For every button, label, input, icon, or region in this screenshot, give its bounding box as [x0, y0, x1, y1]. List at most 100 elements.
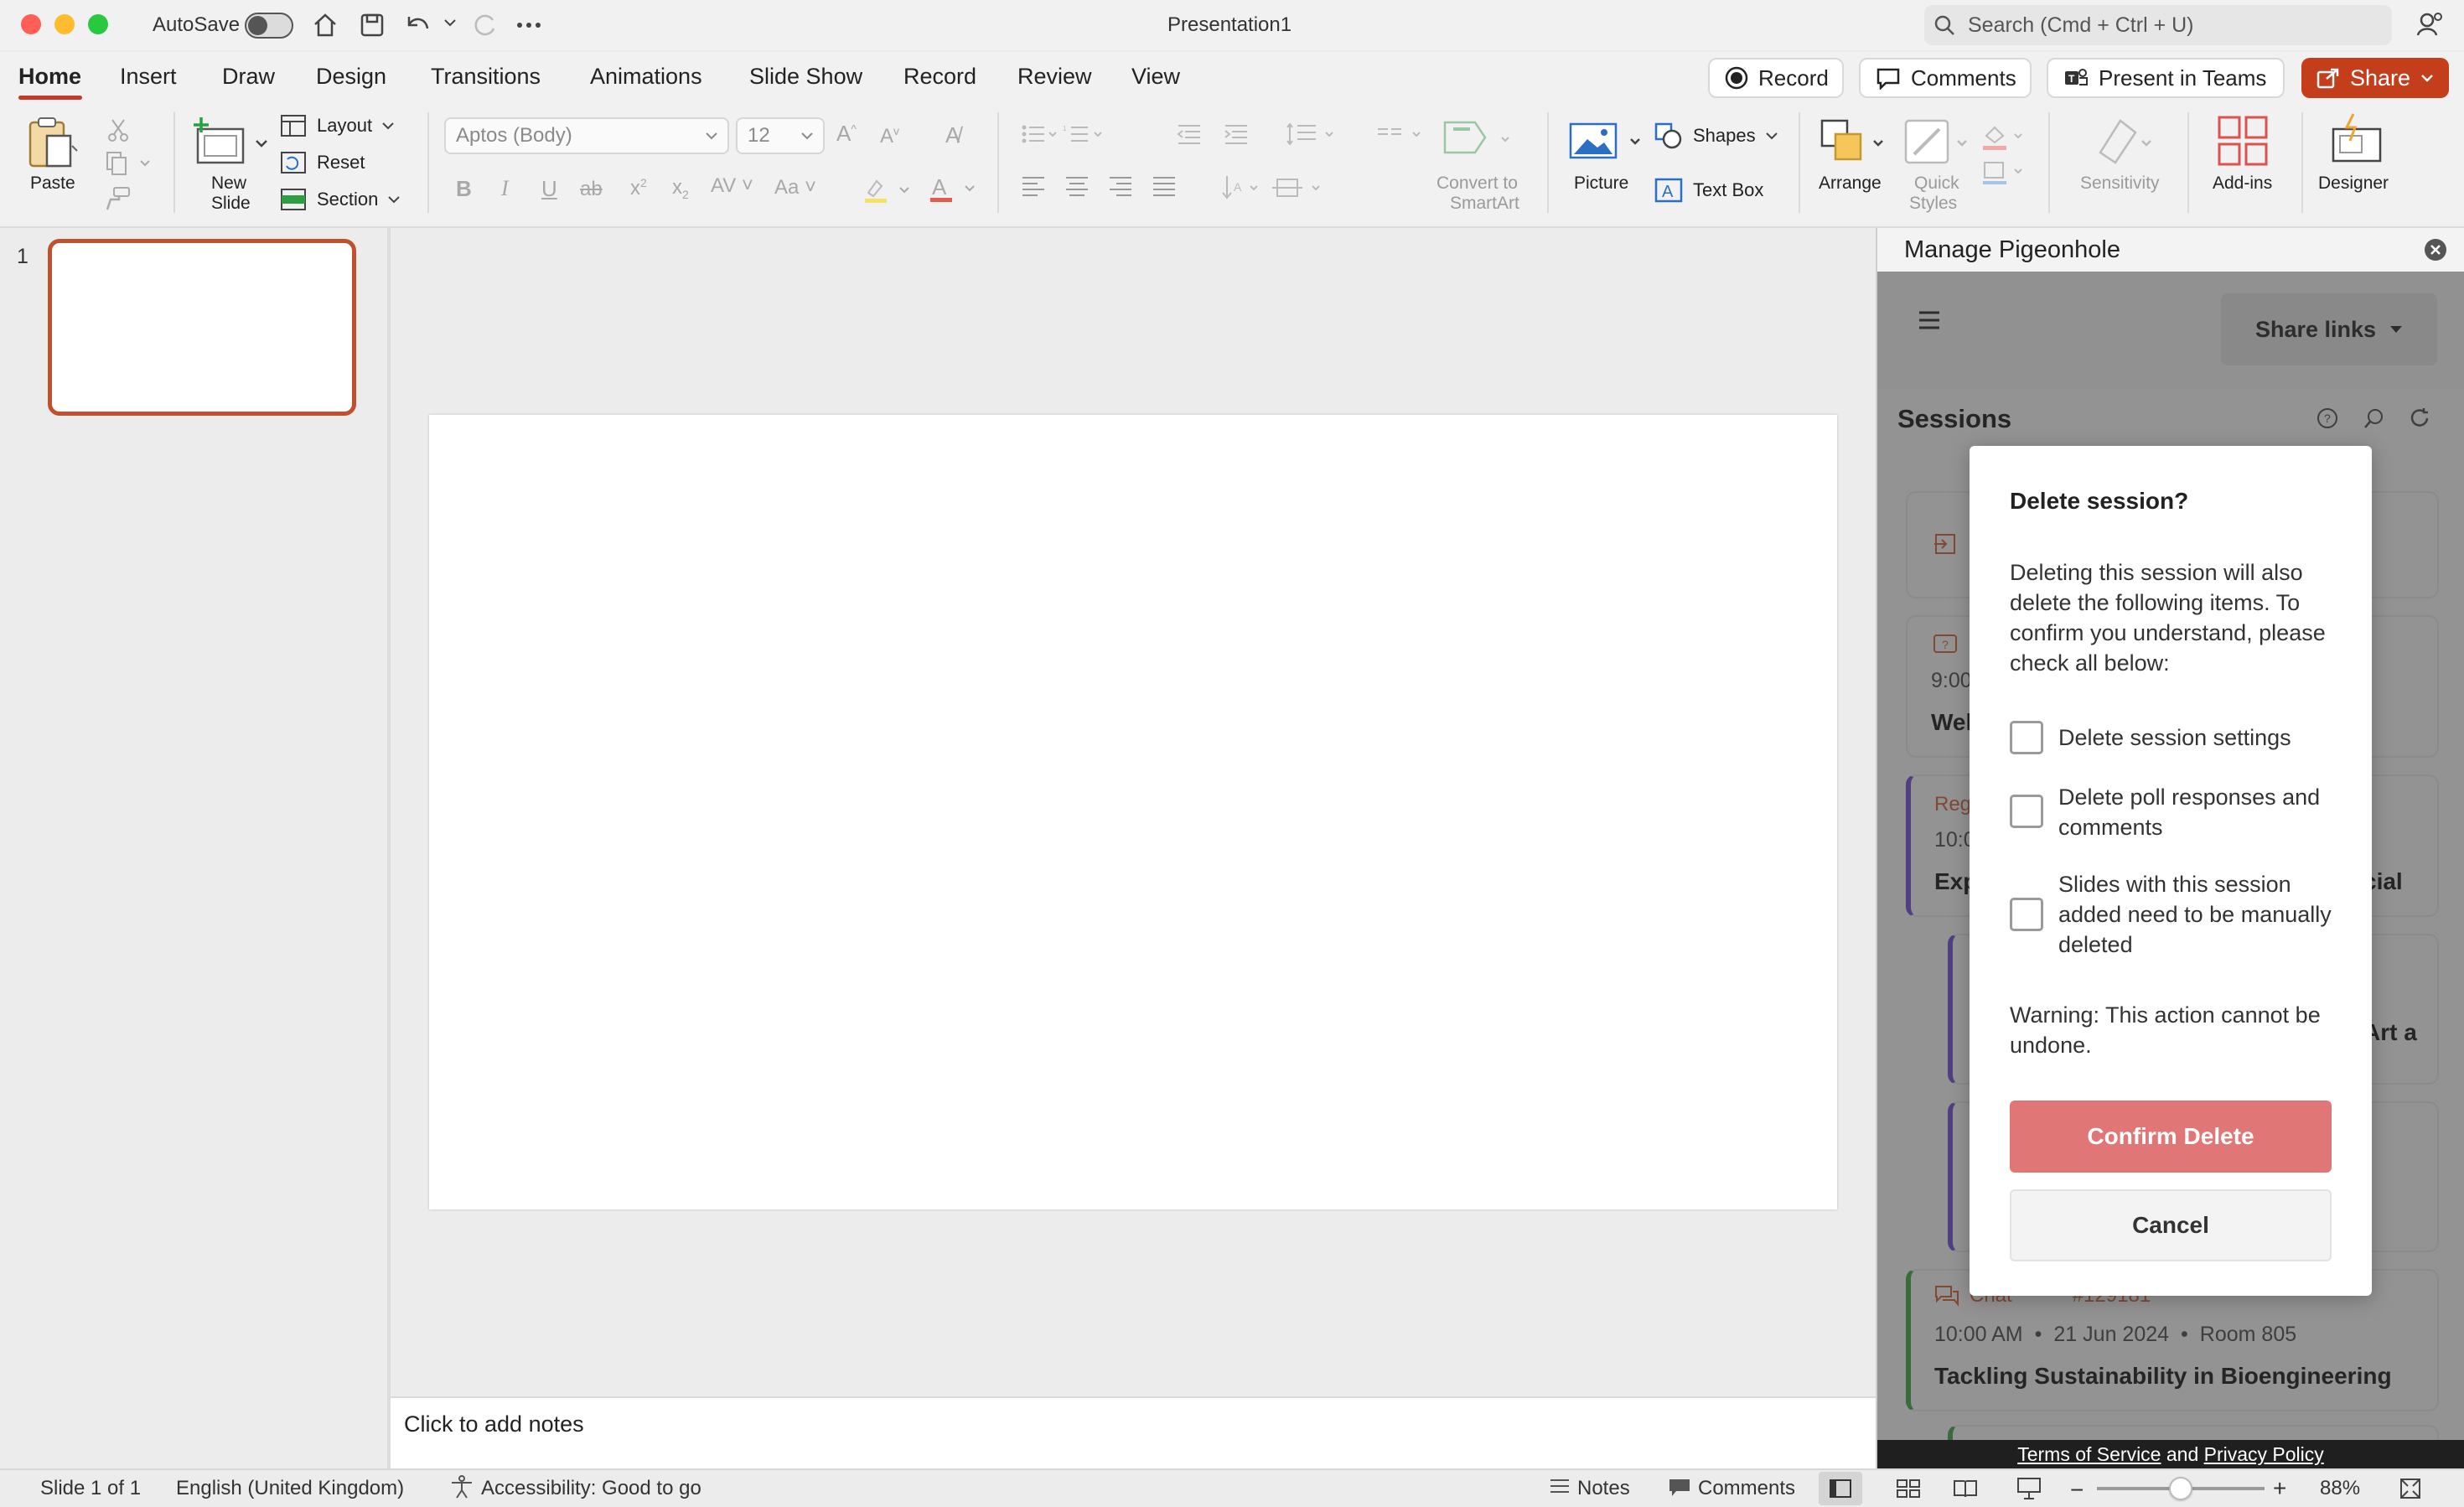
- record-button[interactable]: Record: [1708, 58, 1844, 98]
- italic-icon: I: [501, 176, 509, 200]
- slide-show-icon[interactable]: [2016, 1477, 2042, 1500]
- section-button[interactable]: Section: [280, 188, 401, 211]
- layout-button[interactable]: Layout: [280, 114, 394, 137]
- format-painter-icon: [104, 186, 131, 211]
- comments-toggle[interactable]: Comments: [1698, 1477, 1795, 1500]
- undo-dropdown-icon[interactable]: [444, 18, 456, 27]
- checkbox-slides-manually-deleted[interactable]: [2010, 898, 2043, 931]
- account-icon[interactable]: [2415, 10, 2444, 39]
- designer-icon[interactable]: [2328, 112, 2387, 166]
- teams-icon: T: [2063, 66, 2089, 90]
- share-icon: [2316, 67, 2340, 89]
- chevron-down-icon: [2420, 74, 2434, 82]
- checkbox-delete-poll-responses[interactable]: [2010, 795, 2043, 828]
- present-in-teams-button[interactable]: T Present in Teams: [2047, 58, 2285, 98]
- tab-transitions[interactable]: Transitions: [431, 64, 541, 90]
- legal-footer: Terms of Service and Privacy Policy: [1877, 1440, 2464, 1468]
- zoom-slider-thumb[interactable]: [2169, 1477, 2192, 1500]
- save-icon[interactable]: [359, 12, 386, 39]
- window-title: Presentation1: [1167, 13, 1292, 36]
- tab-record[interactable]: Record: [903, 64, 976, 90]
- svg-text:T: T: [2068, 73, 2075, 85]
- tab-draw[interactable]: Draw: [222, 64, 275, 90]
- terms-of-service-link[interactable]: Terms of Service: [2017, 1443, 2161, 1466]
- language[interactable]: English (United Kingdom): [176, 1477, 404, 1500]
- close-icon[interactable]: [2424, 238, 2447, 262]
- font-color-icon: A: [929, 174, 976, 205]
- checkbox-label: Slides with this session added need to b…: [2058, 872, 2332, 957]
- reset-button[interactable]: Reset: [280, 151, 365, 174]
- chevron-down-icon: [388, 195, 401, 204]
- font-size-value: 12: [748, 124, 770, 147]
- tab-animations[interactable]: Animations: [590, 64, 702, 90]
- slide-sorter-icon[interactable]: [1896, 1479, 1921, 1499]
- character-spacing-icon: AV ˅: [711, 174, 753, 197]
- svg-text:A: A: [932, 174, 947, 199]
- picture-label: Picture: [1574, 173, 1629, 193]
- notes-toggle[interactable]: Notes: [1577, 1477, 1630, 1500]
- normal-view-button[interactable]: [1819, 1472, 1862, 1505]
- tab-home[interactable]: Home: [18, 64, 81, 90]
- zoom-level[interactable]: 88%: [2320, 1477, 2360, 1500]
- search-placeholder: Search (Cmd + Ctrl + U): [1968, 13, 2194, 37]
- slide-thumbnail[interactable]: [48, 239, 356, 416]
- slide-count: Slide 1 of 1: [40, 1477, 142, 1499]
- redo-icon: [471, 12, 498, 39]
- present-in-teams-label: Present in Teams: [2099, 65, 2267, 91]
- add-ins-icon[interactable]: [2216, 114, 2270, 168]
- cancel-button[interactable]: Cancel: [2010, 1189, 2332, 1261]
- font-name-value: Aptos (Body): [456, 124, 572, 147]
- panel-header: Manage Pigeonhole: [1877, 228, 2464, 272]
- home-icon[interactable]: [312, 12, 339, 39]
- svg-text:A: A: [1662, 183, 1674, 201]
- close-window-button[interactable]: [21, 14, 41, 34]
- tab-view[interactable]: View: [1131, 64, 1180, 90]
- slide-canvas[interactable]: [429, 415, 1837, 1209]
- shapes-button[interactable]: Shapes: [1654, 122, 1778, 149]
- tab-insert[interactable]: Insert: [120, 64, 177, 90]
- zoom-in-button[interactable]: +: [2273, 1475, 2286, 1502]
- add-ins-label: Add-ins: [2213, 173, 2273, 193]
- tab-design[interactable]: Design: [316, 64, 386, 90]
- picture-icon[interactable]: [1567, 121, 1643, 163]
- layout-icon: [280, 114, 307, 137]
- share-button[interactable]: Share: [2301, 58, 2449, 98]
- checkbox-delete-session-settings[interactable]: [2010, 721, 2043, 754]
- reading-view-icon[interactable]: [1953, 1479, 1978, 1499]
- autosave-toggle[interactable]: [245, 13, 293, 39]
- clear-formatting-icon: A̸: [945, 122, 960, 148]
- search-input[interactable]: Search (Cmd + Ctrl + U): [1924, 5, 2392, 45]
- arrange-icon[interactable]: [1819, 116, 1889, 168]
- minimize-window-button[interactable]: [54, 14, 75, 34]
- indent-icons: [1177, 122, 1252, 146]
- fit-to-window-icon[interactable]: [2399, 1477, 2422, 1500]
- record-label: Record: [1758, 65, 1829, 91]
- notes-pane[interactable]: Click to add notes: [391, 1396, 1876, 1468]
- text-box-button[interactable]: A Text Box: [1654, 178, 1763, 203]
- search-icon: [1933, 13, 1956, 37]
- notes-icon: [1549, 1477, 1571, 1495]
- dialog-warning: Warning: This action cannot be undone.: [2010, 1002, 2321, 1058]
- tab-slide-show[interactable]: Slide Show: [749, 64, 862, 90]
- maximize-window-button[interactable]: [88, 14, 108, 34]
- paste-icon[interactable]: [27, 116, 80, 171]
- increase-font-icon: A^: [836, 121, 857, 146]
- zoom-out-button[interactable]: −: [2070, 1477, 2084, 1504]
- zoom-slider[interactable]: [2097, 1477, 2265, 1500]
- undo-icon[interactable]: [404, 12, 432, 39]
- confirm-delete-button[interactable]: Confirm Delete: [2010, 1100, 2332, 1173]
- text-box-icon: A: [1654, 178, 1683, 203]
- comments-button[interactable]: Comments: [1859, 58, 2032, 98]
- more-icon[interactable]: [516, 22, 541, 28]
- accessibility-status[interactable]: Accessibility: Good to go: [481, 1477, 701, 1500]
- shapes-label: Shapes: [1693, 125, 1756, 146]
- new-slide-icon[interactable]: [193, 114, 273, 169]
- new-slide-label-2: Slide: [211, 194, 251, 213]
- privacy-policy-link[interactable]: Privacy Policy: [2204, 1443, 2324, 1466]
- svg-text:A: A: [1234, 180, 1242, 194]
- tab-review[interactable]: Review: [1017, 64, 1092, 90]
- decrease-font-icon: Av: [880, 124, 900, 148]
- paste-label: Paste: [30, 173, 75, 193]
- legal-and-text: and: [2161, 1442, 2204, 1465]
- comment-icon: [1876, 66, 1901, 90]
